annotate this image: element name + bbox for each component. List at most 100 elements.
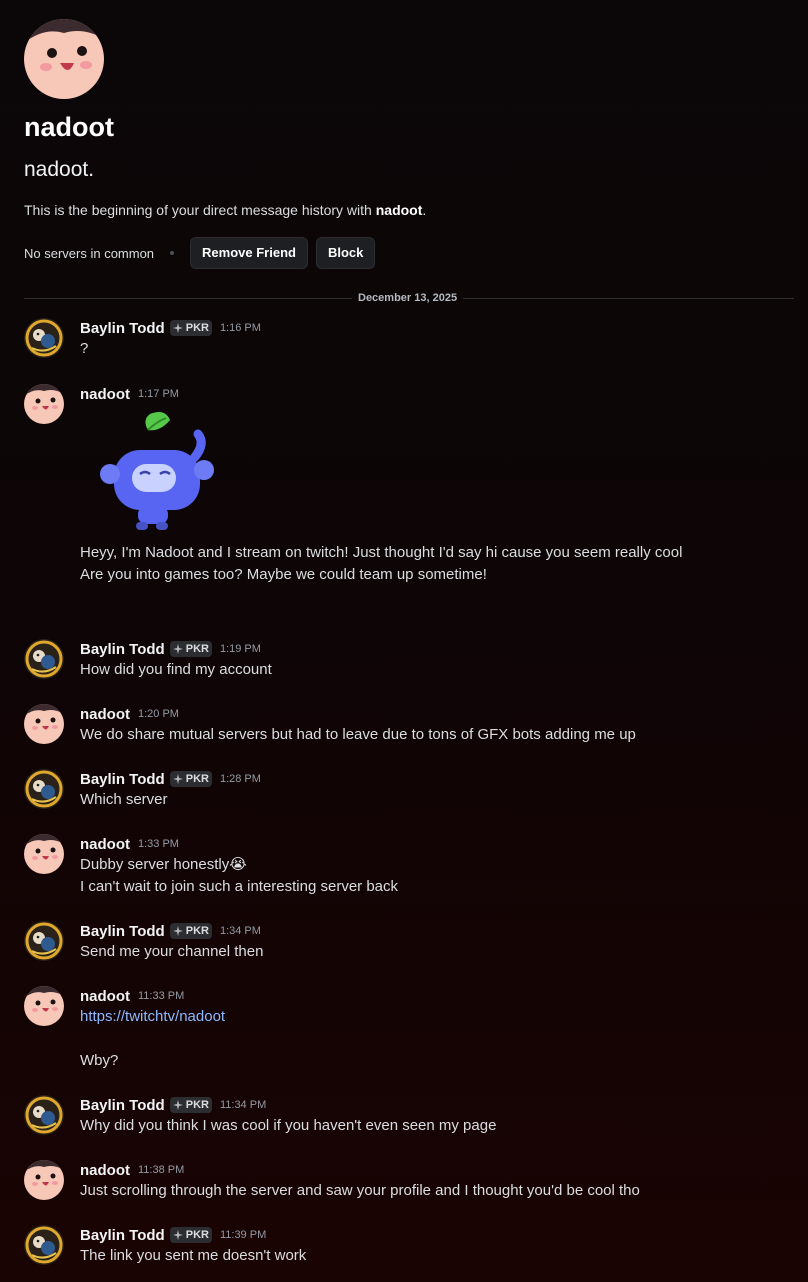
avatar-baylin-todd[interactable] [24, 318, 64, 358]
message-header: Baylin Todd PKR 11:39 PM [80, 1225, 794, 1245]
intro-suffix: . [422, 202, 427, 218]
block-button[interactable]: Block [315, 237, 376, 269]
message-timestamp[interactable]: 11:33 PM [138, 990, 184, 1002]
message-text: ? [80, 340, 89, 357]
message-content: Wby? [80, 1050, 794, 1072]
message: nadoot 1:17 PM Heyy, I'm Nadoot and I str… [24, 384, 794, 586]
avatar-nadoot[interactable] [24, 986, 64, 1026]
date-divider-label: December 13, 2025 [352, 292, 464, 304]
tag-label: PKR [185, 1229, 209, 1241]
message: Baylin Todd PKR 11:34 PM Why did you think … [24, 1095, 794, 1137]
message-author[interactable]: Baylin Todd [80, 771, 165, 788]
tag-label: PKR [185, 1099, 209, 1111]
avatar-baylin-todd[interactable] [24, 1095, 64, 1135]
message-timestamp[interactable]: 1:28 PM [220, 773, 261, 785]
intro-prefix: This is the beginning of your direct mes… [24, 202, 376, 218]
message-text: Are you into games too? Maybe we could t… [80, 566, 487, 583]
server-tag[interactable]: PKR [169, 320, 212, 336]
tag-label: PKR [185, 773, 209, 785]
message-content: The link you sent me doesn't work [80, 1245, 794, 1267]
message-timestamp[interactable]: 1:34 PM [220, 925, 261, 937]
message-author[interactable]: Baylin Todd [80, 1097, 165, 1114]
message-content: Why did you think I was cool if you have… [80, 1115, 794, 1137]
remove-friend-button[interactable]: Remove Friend [190, 237, 308, 269]
message-header: nadoot 11:33 PM [80, 986, 794, 1006]
message-header: Baylin Todd PKR 11:34 PM [80, 1095, 794, 1115]
message-link[interactable]: https://twitchtv/nadoot [80, 1008, 225, 1025]
message-content: Just scrolling through the server and sa… [80, 1180, 794, 1202]
tag-icon [172, 1230, 183, 1240]
profile-avatar[interactable] [24, 19, 104, 99]
message-text: We do share mutual servers but had to le… [80, 726, 636, 743]
message-content: ? [80, 338, 794, 360]
message-author[interactable]: Baylin Todd [80, 320, 165, 337]
avatar-nadoot[interactable] [24, 704, 64, 744]
tag-icon [172, 1100, 183, 1110]
message: nadoot 1:33 PM Dubby server honestly😭 I can… [24, 834, 794, 898]
avatar-baylin-todd[interactable] [24, 639, 64, 679]
message-content: Which server [80, 789, 794, 811]
message: Baylin Todd PKR 11:39 PM The link you sent … [24, 1225, 794, 1267]
message-author[interactable]: Baylin Todd [80, 641, 165, 658]
message-author[interactable]: nadoot [80, 988, 130, 1005]
avatar-nadoot[interactable] [24, 834, 64, 874]
message-author[interactable]: Baylin Todd [80, 923, 165, 940]
avatar-baylin-todd[interactable] [24, 1225, 64, 1265]
message-timestamp[interactable]: 11:39 PM [220, 1229, 266, 1241]
message-text: Why did you think I was cool if you have… [80, 1117, 497, 1134]
message-content: Heyy, I'm Nadoot and I stream on twitch!… [80, 542, 794, 564]
dm-intro-text: This is the beginning of your direct mes… [24, 201, 794, 219]
message-content: https://twitchtv/nadoot [80, 1006, 794, 1028]
message-text: Send me your channel then [80, 943, 264, 960]
avatar-baylin-todd[interactable] [24, 921, 64, 961]
message-header: nadoot 1:20 PM [80, 704, 794, 724]
message-author[interactable]: nadoot [80, 386, 130, 403]
server-tag[interactable]: PKR [169, 641, 212, 657]
message-timestamp[interactable]: 1:20 PM [138, 708, 179, 720]
message-header: nadoot 1:17 PM [80, 384, 794, 404]
message-timestamp[interactable]: 11:34 PM [220, 1099, 266, 1111]
tag-icon [172, 926, 183, 936]
avatar-baylin-todd[interactable] [24, 769, 64, 809]
message-text: Wby? [80, 1052, 119, 1069]
tag-label: PKR [185, 322, 209, 334]
tag-label: PKR [185, 643, 209, 655]
profile-display-name: nadoot [24, 112, 114, 142]
message-text: Dubby server honestly [80, 856, 230, 873]
message-header: nadoot 11:38 PM [80, 1160, 794, 1180]
tag-icon [172, 644, 183, 654]
message: Baylin Todd PKR 1:16 PM? [24, 318, 794, 360]
message-author[interactable]: nadoot [80, 1162, 130, 1179]
message-timestamp[interactable]: 1:19 PM [220, 643, 261, 655]
avatar-nadoot[interactable] [24, 1160, 64, 1200]
server-tag[interactable]: PKR [169, 771, 212, 787]
message-author[interactable]: Baylin Todd [80, 1227, 165, 1244]
discord-mascot-sticker[interactable] [90, 408, 220, 538]
message-timestamp[interactable]: 11:38 PM [138, 1164, 184, 1176]
message: nadoot 11:33 PM https://twitchtv/nadoot Wb… [24, 986, 794, 1072]
message-timestamp[interactable]: 1:33 PM [138, 838, 179, 850]
server-tag[interactable]: PKR [169, 923, 212, 939]
message-content: Send me your channel then [80, 941, 794, 963]
message: Baylin Todd PKR 1:19 PM How did you find my… [24, 639, 794, 681]
message-timestamp[interactable]: 1:16 PM [220, 322, 261, 334]
message-header: nadoot 1:33 PM [80, 834, 794, 854]
message-author[interactable]: nadoot [80, 836, 130, 853]
message-text: I can't wait to join such a interesting … [80, 878, 399, 895]
avatar-nadoot[interactable] [24, 384, 64, 424]
message: Baylin Todd PKR 1:28 PM Which server [24, 769, 794, 811]
message: nadoot 11:38 PM Just scrolling through the… [24, 1160, 794, 1202]
separator-dot [170, 251, 175, 255]
server-tag[interactable]: PKR [169, 1227, 212, 1243]
message-author[interactable]: nadoot [80, 706, 130, 723]
message-header: Baylin Todd PKR 1:19 PM [80, 639, 794, 659]
message-text: Heyy, I'm Nadoot and I stream on twitch!… [80, 544, 683, 561]
message-timestamp[interactable]: 1:17 PM [138, 388, 179, 400]
mutual-servers-text[interactable]: No servers in common [24, 246, 154, 261]
message-content: I can't wait to join such a interesting … [80, 876, 794, 898]
message: Baylin Todd PKR 1:34 PM Send me your channe… [24, 921, 794, 963]
tag-label: PKR [185, 925, 209, 937]
server-tag[interactable]: PKR [169, 1097, 212, 1113]
message-header: Baylin Todd PKR 1:16 PM [80, 318, 794, 338]
